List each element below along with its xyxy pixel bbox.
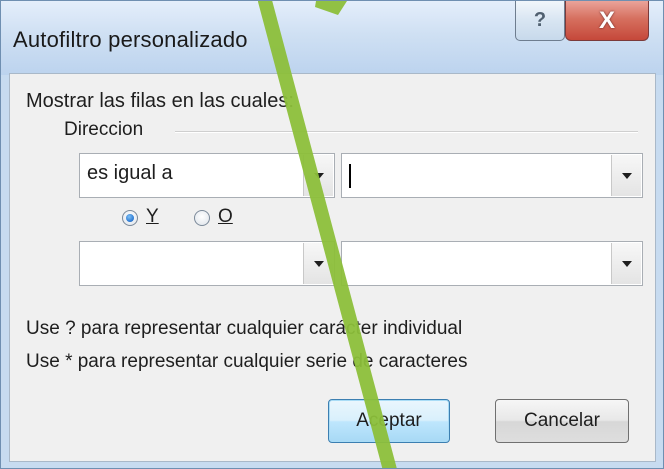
operator-select-1-dropdown[interactable] bbox=[303, 155, 333, 196]
radio-and-label[interactable]: Y bbox=[146, 206, 159, 228]
operator-select-2[interactable] bbox=[79, 241, 335, 286]
dialog-body: Mostrar las filas en las cuales: Direcci… bbox=[9, 73, 656, 462]
help-button[interactable]: ? bbox=[515, 1, 565, 41]
group-divider bbox=[175, 131, 638, 133]
close-x-icon: X bbox=[598, 6, 615, 34]
operator-select-1[interactable]: es igual a bbox=[79, 153, 335, 198]
value-input-1-dropdown[interactable] bbox=[611, 155, 641, 196]
filter-prompt-label: Mostrar las filas en las cuales: bbox=[26, 90, 294, 112]
field-name-label: Direccion bbox=[64, 119, 144, 140]
radio-or[interactable] bbox=[194, 210, 210, 226]
triangle-down-icon bbox=[621, 260, 632, 267]
operator-select-1-value: es igual a bbox=[87, 162, 173, 184]
radio-and[interactable] bbox=[122, 210, 138, 226]
hint-single-character: Use ? para representar cualquier carácte… bbox=[26, 318, 463, 339]
operator-select-2-dropdown[interactable] bbox=[303, 243, 333, 284]
dialog-title: Autofiltro personalizado bbox=[13, 27, 248, 52]
accept-button[interactable]: Aceptar bbox=[328, 399, 450, 443]
value-input-1[interactable] bbox=[341, 153, 643, 198]
text-caret bbox=[349, 164, 351, 188]
radio-or-label[interactable]: O bbox=[218, 206, 233, 228]
close-button[interactable]: X bbox=[565, 1, 649, 41]
triangle-down-icon bbox=[621, 172, 632, 179]
title-bar[interactable]: Autofiltro personalizado ? X bbox=[1, 1, 663, 75]
triangle-down-icon bbox=[313, 260, 324, 267]
cancel-button[interactable]: Cancelar bbox=[495, 399, 629, 443]
value-input-2-dropdown[interactable] bbox=[611, 243, 641, 284]
value-input-2[interactable] bbox=[341, 241, 643, 286]
hint-multiple-characters: Use * para representar cualquier serie d… bbox=[26, 351, 468, 372]
question-mark-icon: ? bbox=[533, 9, 547, 31]
autofilter-dialog: Autofiltro personalizado ? X Mostrar las… bbox=[0, 0, 664, 469]
triangle-down-icon bbox=[313, 172, 324, 179]
